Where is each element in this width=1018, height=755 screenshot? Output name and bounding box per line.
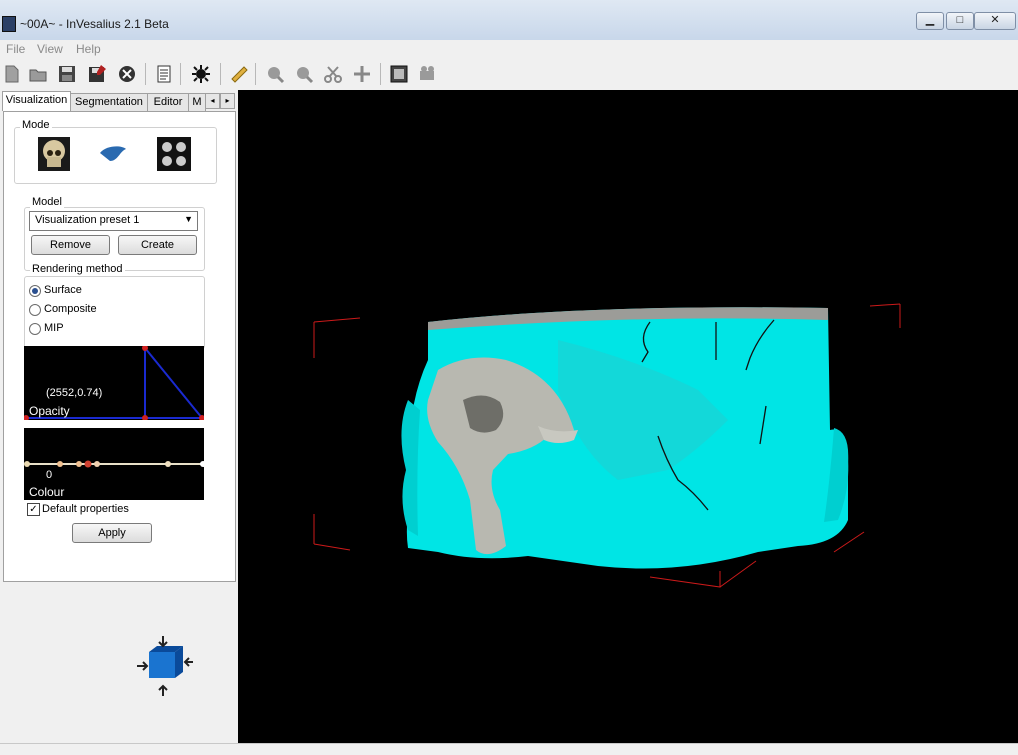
zoom-icon[interactable] <box>265 64 285 84</box>
colour-value: 0 <box>46 469 53 481</box>
menu-bar: File View Help <box>0 40 1018 58</box>
pan-icon[interactable] <box>352 64 372 84</box>
tab-scroll-left-icon[interactable]: ◂ <box>205 93 220 109</box>
opacity-label: Opacity <box>29 404 70 418</box>
opacity-widget[interactable]: (2552,0.74) Opacity <box>24 346 204 420</box>
app-icon <box>2 16 16 32</box>
colour-label: Colour <box>29 485 65 499</box>
save-as-icon[interactable] <box>87 64 107 84</box>
cut-icon[interactable] <box>323 64 343 84</box>
skull-render <box>313 303 901 588</box>
surface-radio[interactable] <box>29 285 41 297</box>
tab-scroll: ◂ ▸ <box>205 93 235 109</box>
toolbar-separator <box>145 63 146 85</box>
preset-value: Visualization preset 1 <box>35 214 140 226</box>
rendering-label: Rendering method <box>30 263 125 275</box>
remove-button[interactable]: Remove <box>31 235 110 255</box>
menu-help[interactable]: Help <box>76 42 101 56</box>
window-title: ~00A~ - InVesalius 2.1 Beta <box>20 17 169 31</box>
minimize-button[interactable]: ▁ <box>916 12 944 30</box>
orientation-cube-icon[interactable] <box>135 634 195 698</box>
toolbar-separator <box>180 63 181 85</box>
mode-label: Mode <box>20 119 52 131</box>
create-button[interactable]: Create <box>118 235 197 255</box>
save-icon[interactable] <box>57 64 77 84</box>
tab-editor[interactable]: Editor <box>147 93 189 111</box>
toolbar <box>0 58 1018 91</box>
toolbar-separator <box>380 63 381 85</box>
composite-radio[interactable] <box>29 304 41 316</box>
open-icon[interactable] <box>28 64 48 84</box>
screenshot-icon[interactable] <box>389 64 409 84</box>
tab-visualization[interactable]: Visualization <box>2 91 71 111</box>
preset-dropdown[interactable]: Visualization preset 1 ▼ <box>29 211 198 231</box>
brightness-contrast-icon[interactable] <box>191 64 211 84</box>
composite-label: Composite <box>44 303 97 315</box>
colour-widget[interactable]: 0 Colour <box>24 428 204 500</box>
camera-icon[interactable] <box>418 64 438 84</box>
default-properties-checkbox[interactable]: ✓ <box>27 503 40 516</box>
skull-mode-icon[interactable] <box>38 137 70 171</box>
toolbar-separator <box>255 63 256 85</box>
toolbar-separator <box>220 63 221 85</box>
close-project-icon[interactable] <box>117 64 137 84</box>
3d-viewport[interactable] <box>238 90 1018 743</box>
title-bar: ~00A~ - InVesalius 2.1 Beta ▁ □ ✕ <box>0 0 1018 40</box>
tab-segmentation[interactable]: Segmentation <box>70 93 148 111</box>
menu-file[interactable]: File <box>6 42 25 56</box>
slices-mode-icon[interactable] <box>157 137 191 171</box>
apply-button[interactable]: Apply <box>72 523 152 543</box>
measure-icon[interactable] <box>229 64 249 84</box>
tab-more[interactable]: M <box>188 93 206 111</box>
tab-scroll-right-icon[interactable]: ▸ <box>220 93 235 109</box>
visualization-panel: Mode Model Visualization preset 1 ▼ Remo… <box>3 111 236 582</box>
chevron-down-icon: ▼ <box>184 214 193 224</box>
opacity-value: (2552,0.74) <box>46 387 103 399</box>
model-label: Model <box>30 196 64 208</box>
new-icon[interactable] <box>2 64 22 84</box>
maximize-button[interactable]: □ <box>946 12 974 30</box>
default-properties-label: Default properties <box>42 503 129 515</box>
menu-view[interactable]: View <box>37 42 63 56</box>
report-icon[interactable] <box>154 64 174 84</box>
mip-radio[interactable] <box>29 323 41 335</box>
volume-mode-icon[interactable] <box>96 139 130 169</box>
mip-label: MIP <box>44 322 64 334</box>
close-window-button[interactable]: ✕ <box>974 12 1016 30</box>
rotate-icon[interactable] <box>294 64 314 84</box>
surface-label: Surface <box>44 284 82 296</box>
status-bar <box>0 743 1018 755</box>
